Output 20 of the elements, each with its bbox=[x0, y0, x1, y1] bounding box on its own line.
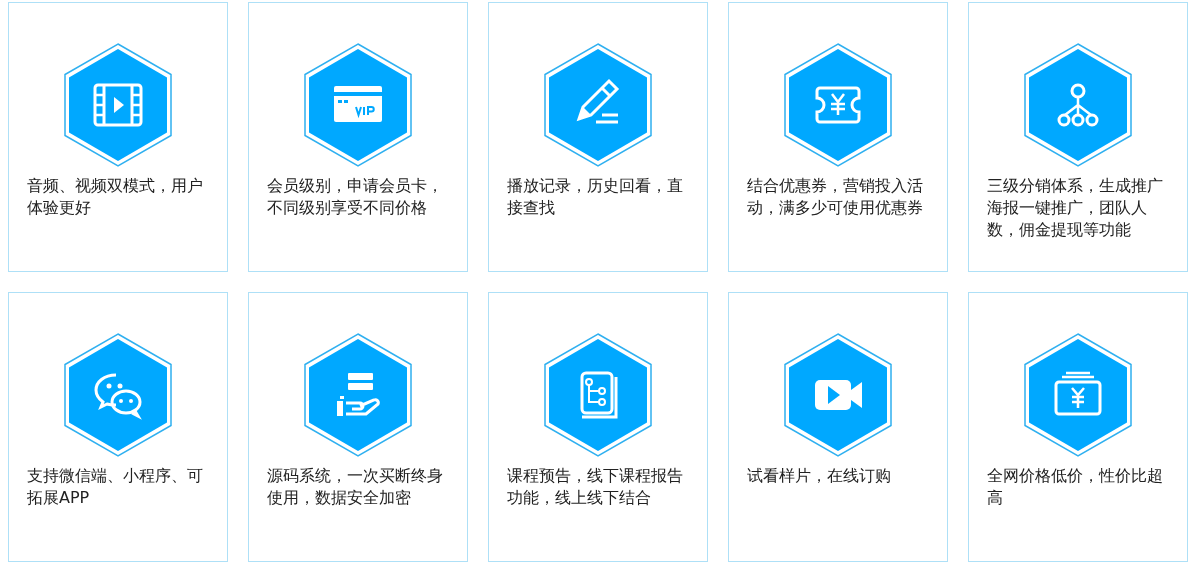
feature-description: 全网价格低价，性价比超高 bbox=[986, 465, 1164, 509]
feature-description: 源码系统，一次买断终身使用，数据安全加密 bbox=[266, 465, 444, 509]
yen-ticket-icon bbox=[815, 86, 861, 124]
feature-description: 课程预告，线下课程报告功能，线上线下结合 bbox=[506, 465, 684, 509]
video-camera-icon bbox=[815, 380, 862, 410]
hierarchy-icon bbox=[1057, 83, 1099, 127]
feature-description: 试看样片，在线订购 bbox=[746, 465, 892, 487]
feature-description: 会员级别，申请会员卡，不同级别享受不同价格 bbox=[266, 175, 444, 219]
chat-bubbles-icon bbox=[94, 373, 142, 420]
film-icon bbox=[93, 83, 143, 127]
vip-card-icon bbox=[334, 86, 382, 122]
feature-description: 结合优惠券，营销投入活动，满多少可使用优惠券 bbox=[746, 175, 924, 219]
feature-description: 播放记录，历史回看，直接查找 bbox=[506, 175, 684, 219]
money-stack-icon bbox=[1054, 371, 1102, 416]
feature-description: 音频、视频双模式，用户体验更好 bbox=[26, 175, 204, 219]
feature-description: 支持微信端、小程序、可拓展APP bbox=[26, 465, 204, 509]
pencil-icon bbox=[576, 78, 620, 124]
book-icon bbox=[580, 371, 618, 419]
feature-description: 三级分销体系，生成推广海报一键推广，团队人数，佣金提现等功能 bbox=[986, 175, 1164, 241]
server-hand-icon bbox=[337, 373, 380, 416]
